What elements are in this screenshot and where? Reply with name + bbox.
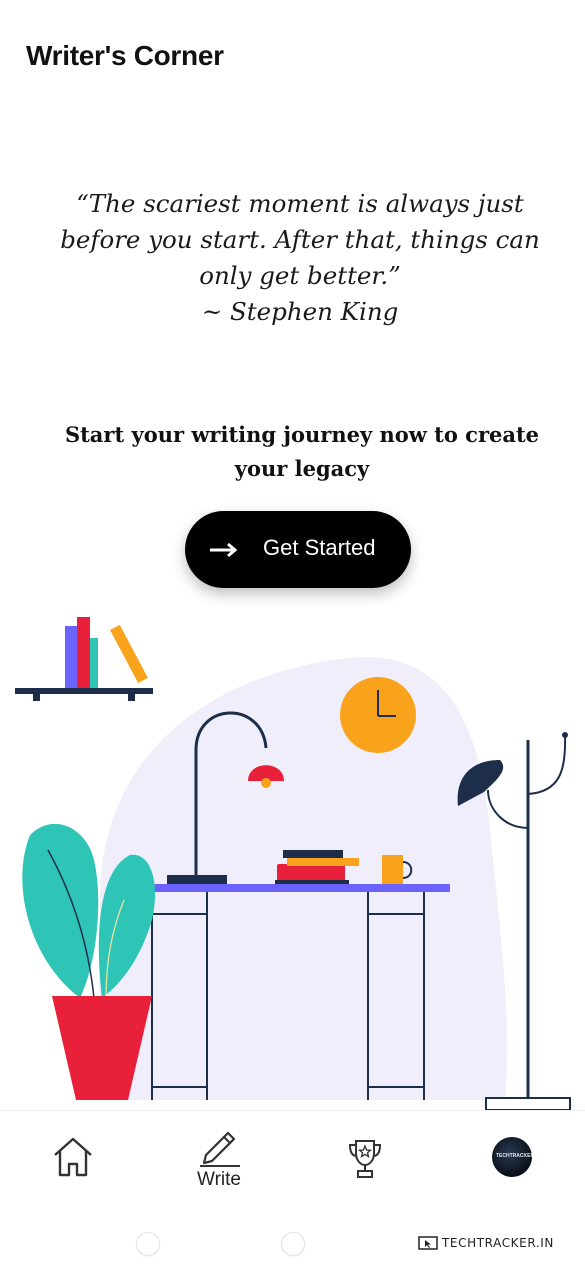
watermark-text: TECHTRACKER.IN xyxy=(442,1236,554,1250)
system-home-button[interactable] xyxy=(281,1232,305,1256)
bookshelf xyxy=(15,617,153,701)
watermark: TECHTRACKER.IN xyxy=(418,1236,554,1250)
nav-home[interactable] xyxy=(42,1111,104,1221)
home-icon xyxy=(54,1137,92,1177)
avatar[interactable]: TECHTRACKER xyxy=(492,1137,532,1177)
quote-text: “The scariest moment is always just befo… xyxy=(60,189,540,290)
get-started-button[interactable]: Get Started xyxy=(185,511,411,588)
arrow-right-icon xyxy=(210,542,238,558)
nav-write-label: Write xyxy=(197,1169,241,1190)
avatar-text: TECHTRACKER xyxy=(496,1153,532,1159)
clock-icon xyxy=(340,677,416,753)
quote-author: ~ Stephen King xyxy=(201,297,399,326)
nav-leaderboard[interactable] xyxy=(340,1111,390,1221)
quote-block: “The scariest moment is always just befo… xyxy=(60,186,540,330)
nav-write[interactable]: Write xyxy=(182,1111,256,1221)
tagline: Start your writing journey now to create… xyxy=(64,422,540,481)
trophy-icon xyxy=(348,1140,382,1178)
get-started-label: Get Started xyxy=(263,535,376,560)
page-title: Writer's Corner xyxy=(26,40,224,71)
watermark-logo-icon xyxy=(418,1236,438,1250)
system-back-button[interactable] xyxy=(136,1232,160,1256)
desk-illustration xyxy=(15,617,571,1111)
pencil-icon xyxy=(200,1131,240,1167)
